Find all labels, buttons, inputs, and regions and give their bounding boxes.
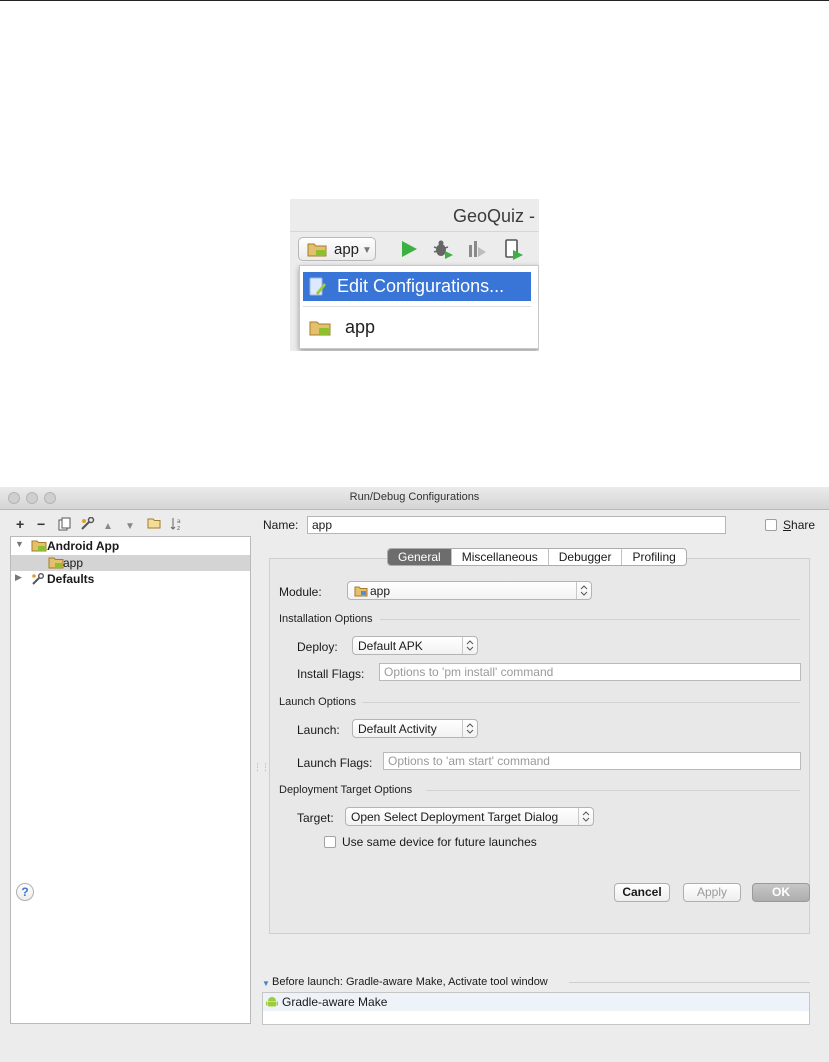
share-label: Share [783,518,815,532]
folder-icon[interactable] [147,517,161,531]
tab-debugger[interactable]: Debugger [547,549,622,565]
android-app-icon [31,540,47,555]
toolbar-snippet: GeoQuiz - app ▼ Edit Configurations... a… [290,199,539,351]
section-divider [380,619,800,620]
install-flags-label: Install Flags: [297,667,365,681]
tree-label: Android App [47,539,120,553]
same-device-checkbox[interactable] [324,836,336,848]
section-divider [426,790,800,791]
updown-arrows-icon [462,637,477,654]
collapsed-triangle-icon[interactable]: ▶ [15,572,22,583]
expanded-triangle-icon[interactable]: ▼ [15,539,24,549]
svg-text:z: z [177,525,180,531]
help-button[interactable]: ? [16,883,34,901]
tab-general[interactable]: General [388,549,451,565]
svg-text:a: a [177,518,181,525]
before-launch-list[interactable]: Gradle-aware Make [262,992,810,1025]
copy-icon[interactable] [58,517,72,533]
name-label: Name: [263,518,299,532]
splitter-handle[interactable]: ⋮⋮ [253,762,270,773]
window-titlebar: GeoQuiz - [290,199,539,232]
same-device-label: Use same device for future launches [342,835,537,849]
dialog-title: Run/Debug Configurations [349,491,480,503]
general-panel: Module: app Installation Options Deploy:… [269,558,810,934]
edit-defaults-icon[interactable] [80,516,96,533]
run-debug-configurations-dialog: Run/Debug Configurations + − ▲ ▼ az ▼ An… [0,487,829,1062]
apply-changes-icon[interactable] [504,239,526,266]
before-launch-heading: Before launch: Gradle-aware Make, Activa… [272,976,548,988]
run-configuration-combo[interactable]: app ▼ [298,237,376,261]
tree-item-defaults[interactable]: ▶ Defaults [11,571,250,587]
debug-icon[interactable] [432,239,454,264]
share-label-mnemonic: S [783,518,792,532]
launch-select[interactable]: Default Activity [352,719,478,738]
updown-arrows-icon [576,582,591,599]
dialog-titlebar: Run/Debug Configurations [0,487,829,510]
android-module-icon [307,242,327,262]
top-border [0,0,829,1]
updown-arrows-icon [578,808,593,825]
android-icon [266,996,278,1011]
menu-item-label: Edit Configurations... [337,276,505,296]
move-down-icon[interactable]: ▼ [125,520,135,534]
tree-label: Defaults [47,572,95,586]
launch-options-heading: Launch Options [279,696,357,708]
configurations-tree[interactable]: ▼ Android App app ▶ Defaults [10,536,251,1024]
deploy-select[interactable]: Default APK [352,636,478,655]
deploy-value: Default APK [358,639,423,653]
installation-options-heading: Installation Options [279,613,373,625]
tab-miscellaneous[interactable]: Miscellaneous [450,549,548,565]
tab-profiling[interactable]: Profiling [621,549,685,565]
deployment-target-heading: Deployment Target Options [279,784,413,796]
remove-icon[interactable]: − [37,517,45,531]
module-label: Module: [279,585,322,599]
module-select[interactable]: app [347,581,592,600]
defaults-wrench-icon [31,573,45,588]
share-checkbox[interactable] [765,519,777,531]
deploy-label: Deploy: [297,640,338,654]
list-item-label: Gradle-aware Make [282,995,388,1009]
menu-separator [303,306,531,307]
window-title: GeoQuiz - [453,206,536,226]
module-icon [354,586,368,600]
menu-item-label: app [345,317,376,337]
sort-icon[interactable]: az [170,517,184,533]
move-up-icon[interactable]: ▲ [103,520,113,534]
target-value: Open Select Deployment Target Dialog [351,810,559,824]
configuration-tabs: General Miscellaneous Debugger Profiling [387,548,687,566]
menu-item-app[interactable]: app [303,314,531,342]
edit-configurations-icon [309,277,327,302]
target-select[interactable]: Open Select Deployment Target Dialog [345,807,594,826]
run-configuration-menu: Edit Configurations... app [299,265,539,349]
launch-label: Launch: [297,723,340,737]
install-flags-input[interactable]: Options to 'pm install' command [379,663,801,681]
tree-item-app[interactable]: app [11,555,250,571]
menu-item-edit-configurations[interactable]: Edit Configurations... [303,272,531,301]
name-field[interactable]: app [307,516,726,534]
tree-item-android-app[interactable]: ▼ Android App [11,538,250,554]
launch-value: Default Activity [358,722,437,736]
run-configuration-label: app [334,241,360,258]
share-label-rest: hare [791,518,816,532]
target-label: Target: [297,811,334,825]
tree-label: app [63,556,84,570]
launch-flags-input[interactable]: Options to 'am start' command [383,752,801,770]
profile-icon[interactable] [466,239,488,264]
launch-flags-label: Launch Flags: [297,756,373,770]
android-module-icon [309,320,331,341]
list-item[interactable]: Gradle-aware Make [263,993,809,1011]
android-module-icon [48,557,64,572]
updown-arrows-icon [462,720,477,737]
module-value: app [370,584,391,598]
chevron-down-icon: ▼ [362,245,372,256]
collapse-triangle-icon[interactable]: ▼ [262,979,270,988]
section-divider [362,702,800,703]
add-icon[interactable]: + [16,517,24,531]
section-divider [569,982,810,983]
ok-button[interactable]: OK [752,883,810,902]
cancel-button[interactable]: Cancel [614,883,670,902]
run-icon[interactable] [399,239,419,264]
apply-button[interactable]: Apply [683,883,741,902]
